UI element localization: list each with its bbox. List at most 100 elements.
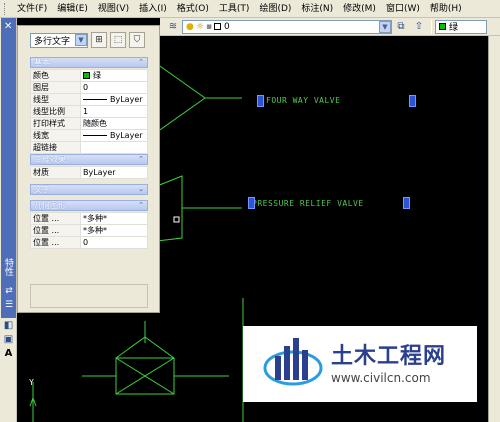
- toggle-pickadd-icon[interactable]: ⊞: [91, 32, 107, 48]
- menu-modify[interactable]: 修改(M): [338, 1, 381, 17]
- select-objects-icon[interactable]: ⬚: [110, 32, 126, 48]
- grip-handle[interactable]: [248, 197, 255, 209]
- grip-handle[interactable]: [257, 95, 264, 107]
- prop-value[interactable]: *多种*: [80, 212, 148, 225]
- layer-on-icon: ●: [186, 21, 194, 32]
- prop-key: 材质: [30, 166, 81, 179]
- prop-value[interactable]: 1: [80, 105, 148, 118]
- section-3d[interactable]: 三维效果 ⌃: [30, 154, 148, 165]
- section-basic-label: 基本: [34, 58, 50, 67]
- table-row[interactable]: 位置 ... 0: [30, 236, 148, 249]
- quick-select-icon[interactable]: ⛉: [129, 32, 145, 48]
- table-row[interactable]: 线宽 ByLayer: [30, 129, 148, 142]
- menu-dimension[interactable]: 标注(N): [296, 1, 338, 17]
- layer-lock-icon: ▪: [205, 21, 213, 32]
- grip-handle[interactable]: [409, 95, 416, 107]
- menu-window[interactable]: 窗口(W): [381, 1, 425, 17]
- palette-title-strip: ✕ 特性 ⇄ ☰ ◧ ▣ A: [0, 18, 17, 422]
- ucs-y-label: Y: [29, 378, 35, 387]
- menu-view[interactable]: 视图(V): [93, 1, 134, 17]
- prop-key: 打印样式: [30, 117, 81, 130]
- prop-key: 超链接: [30, 141, 81, 154]
- close-icon[interactable]: ✕: [4, 21, 12, 32]
- prop-value[interactable]: ByLayer: [80, 93, 148, 106]
- layer-combo[interactable]: ● ☼ ▪ 0 ▼: [182, 19, 392, 34]
- layer-name: 0: [224, 21, 230, 32]
- make-current-layer-icon[interactable]: ⧉: [393, 19, 409, 35]
- section-basic[interactable]: 基本 ⌃: [30, 57, 148, 68]
- lineweight-sample: [83, 135, 107, 136]
- chevron-down-icon[interactable]: ▼: [75, 34, 87, 46]
- prop-value[interactable]: 绿: [80, 69, 148, 82]
- chevron-up-icon: ⌃: [138, 58, 144, 66]
- menu-edit[interactable]: 编辑(E): [52, 1, 93, 17]
- color-combo[interactable]: 绿: [435, 19, 487, 34]
- object-type-value: 多行文字: [34, 36, 71, 47]
- prop-key: 颜色: [30, 69, 81, 82]
- menu-draw[interactable]: 绘图(D): [254, 1, 296, 17]
- prop-value-text: ByLayer: [110, 131, 143, 140]
- color-swatch: [439, 23, 446, 30]
- prop-value[interactable]: ByLayer: [80, 129, 148, 142]
- table-row[interactable]: 位置 ... *多种*: [30, 212, 148, 225]
- section-text[interactable]: 文字 ⌄: [30, 184, 148, 195]
- prop-value[interactable]: 0: [80, 236, 148, 249]
- chevron-down-icon[interactable]: ▼: [379, 20, 391, 33]
- text-four-way-valve[interactable]: FOUR WAY VALVE: [266, 96, 340, 105]
- object-type-select[interactable]: 多行文字 ▼: [30, 32, 88, 48]
- layers-toolbar: ≋ ● ☼ ▪ 0 ▼ ⧉ ⇧ 绿: [160, 18, 500, 36]
- table-row[interactable]: 颜色 绿: [30, 69, 148, 82]
- grip-handle[interactable]: [403, 197, 410, 209]
- prop-key: 线型: [30, 93, 81, 106]
- layer-previous-icon[interactable]: ⇧: [411, 19, 427, 35]
- palette-title: 特性: [3, 258, 13, 276]
- prop-value[interactable]: ByLayer: [80, 166, 148, 179]
- menu-file[interactable]: 文件(F): [12, 1, 52, 17]
- geometry-properties-table: 位置 ... *多种* 位置 ... *多种* 位置 ... 0: [30, 212, 148, 249]
- chevron-up-icon: ⌃: [138, 201, 144, 209]
- section-text-label: 文字: [34, 185, 50, 194]
- prop-value[interactable]: 0: [80, 81, 148, 94]
- valve-symbol-2: [156, 175, 183, 242]
- section-geometry[interactable]: 几何图形 ⌃: [30, 200, 148, 211]
- prop-key: 线型比例: [30, 105, 81, 118]
- prop-value[interactable]: *多种*: [80, 224, 148, 237]
- text-tool-icon[interactable]: A: [1, 348, 16, 362]
- right-scroll-panel[interactable]: [488, 36, 500, 422]
- menu-format[interactable]: 格式(O): [172, 1, 214, 17]
- watermark-title: 土木工程网: [331, 344, 447, 369]
- chevron-up-icon: ⌃: [138, 155, 144, 163]
- layer-tool-icon[interactable]: ▣: [1, 334, 16, 348]
- menu-insert[interactable]: 插入(I): [134, 1, 172, 17]
- watermark-logo-icon: [263, 338, 323, 386]
- prop-key: 位置 ...: [30, 212, 81, 225]
- prop-value[interactable]: 随颜色: [80, 117, 148, 130]
- prop-value-text: 绿: [93, 71, 101, 80]
- table-row[interactable]: 打印样式 随颜色: [30, 117, 148, 130]
- properties-menu-icon[interactable]: ☰: [3, 300, 15, 311]
- table-row[interactable]: 线型 ByLayer: [30, 93, 148, 106]
- prop-key: 图层: [30, 81, 81, 94]
- prop-value-text: ByLayer: [110, 95, 143, 104]
- menu-help[interactable]: 帮助(H): [425, 1, 467, 17]
- table-row[interactable]: 材质 ByLayer: [30, 166, 148, 179]
- basic-properties-table: 颜色 绿 图层 0 线型 ByLayer 线型比例 1 打印样式 随颜色 线宽 …: [30, 69, 148, 154]
- table-row[interactable]: 超链接: [30, 141, 148, 154]
- color-name: 绿: [449, 23, 459, 33]
- palette-strip-bar[interactable]: ✕ 特性 ⇄ ☰: [1, 18, 16, 318]
- autohide-icon[interactable]: ⇄: [3, 286, 15, 297]
- watermark: 土木工程网 www.civilcn.com: [243, 326, 477, 402]
- linetype-sample: [83, 99, 107, 100]
- menu-tools[interactable]: 工具(T): [214, 1, 255, 17]
- table-row[interactable]: 线型比例 1: [30, 105, 148, 118]
- layer-manager-icon[interactable]: ≋: [165, 19, 181, 35]
- table-row[interactable]: 位置 ... *多种*: [30, 224, 148, 237]
- text-pressure-relief-valve[interactable]: PRESSURE RELIEF VALVE: [252, 199, 364, 208]
- 3d-properties-table: 材质 ByLayer: [30, 166, 148, 179]
- menu-bar: 文件(F) 编辑(E) 视图(V) 插入(I) 格式(O) 工具(T) 绘图(D…: [0, 0, 500, 18]
- prop-value[interactable]: [80, 141, 148, 154]
- table-row[interactable]: 图层 0: [30, 81, 148, 94]
- draw-order-icon[interactable]: ◧: [1, 320, 16, 334]
- toolbar-separator: [431, 19, 432, 34]
- menu-grip: [4, 2, 7, 15]
